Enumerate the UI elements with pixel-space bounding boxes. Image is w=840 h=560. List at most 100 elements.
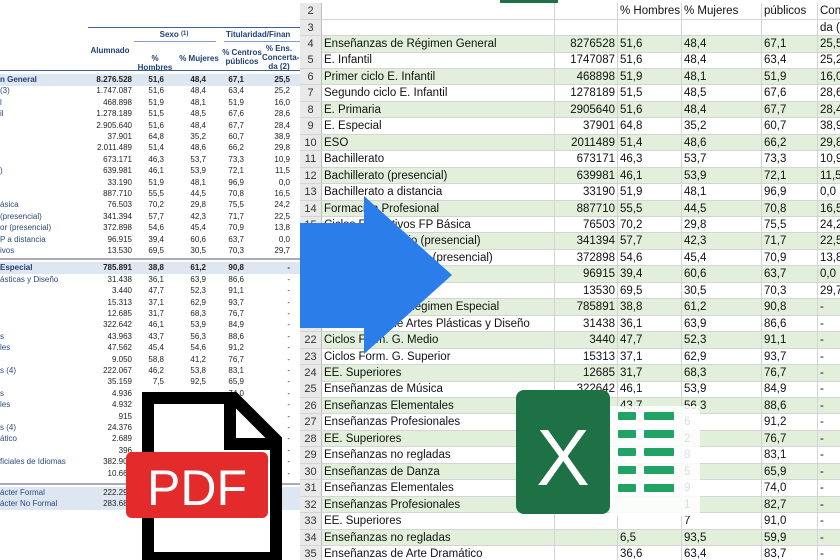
cell-concertada[interactable]: 10,9 <box>818 151 840 167</box>
cell-mujeres[interactable]: 48,4 <box>682 101 762 118</box>
row-number[interactable]: 7 <box>300 85 322 101</box>
row-number[interactable]: 30 <box>300 463 322 480</box>
cell-label[interactable]: Ciclos Form. G. Medio <box>322 332 555 348</box>
cell-publicos[interactable]: 70,9 <box>762 249 818 266</box>
cell-publicos[interactable]: 66,2 <box>762 134 818 151</box>
cell-publicos[interactable]: 63,7 <box>762 266 818 282</box>
cell-hombres[interactable]: 46,1 <box>618 167 682 184</box>
row-number[interactable]: 8 <box>300 101 322 118</box>
cell-alumnado[interactable]: 372898 <box>555 249 618 266</box>
cell-mujeres[interactable]: 48,1 <box>682 184 762 200</box>
cell-concertada[interactable]: 22,5 <box>818 233 840 249</box>
cell-hombres[interactable]: 51,6 <box>618 36 682 52</box>
row-number[interactable]: 9 <box>300 118 322 134</box>
cell-hombres[interactable]: 36,6 <box>618 545 682 560</box>
cell-hombres[interactable]: 51,9 <box>618 184 682 200</box>
cell-alumnado[interactable]: 76503 <box>555 216 618 233</box>
cell-hombres[interactable]: 64,8 <box>618 118 682 134</box>
cell-alumnado[interactable]: 468898 <box>555 68 618 85</box>
cell-mujeres[interactable]: 48,1 <box>682 68 762 85</box>
cell-mujeres[interactable]: 53,9 <box>682 167 762 184</box>
cell-publicos[interactable]: 59,9 <box>762 529 818 545</box>
cell-publicos[interactable]: 74,0 <box>762 480 818 496</box>
cell-alumnado[interactable]: 12685 <box>555 365 618 381</box>
cell-publicos[interactable]: 83,7 <box>762 545 818 560</box>
row-number[interactable]: 31 <box>300 480 322 496</box>
cell-publicos[interactable]: 73,3 <box>762 151 818 167</box>
cell-mujeres[interactable]: 53,7 <box>682 151 762 167</box>
cell-concertada[interactable]: - <box>818 381 840 397</box>
cell-concertada[interactable]: - <box>818 431 840 447</box>
cell-publicos[interactable]: 75,5 <box>762 216 818 233</box>
cell-hombres[interactable]: 39,4 <box>618 266 682 282</box>
cell-label[interactable]: Ciclos Form. G. Superior <box>322 348 555 365</box>
cell-mujeres[interactable]: 63,4 <box>682 545 762 560</box>
cell-publicos[interactable]: 91,0 <box>762 513 818 529</box>
cell-label[interactable]: Otros Formativos <box>322 282 555 299</box>
cell-alumnado[interactable] <box>555 3 618 19</box>
cell-hombres[interactable]: 70,2 <box>618 216 682 233</box>
cell-label[interactable]: Formación Profesional <box>322 200 555 216</box>
cell-concertada[interactable]: - <box>818 480 840 496</box>
cell-alumnado[interactable]: 1278189 <box>555 85 618 101</box>
cell-label[interactable] <box>322 19 555 35</box>
cell-alumnado[interactable]: 1747087 <box>555 52 618 68</box>
cell-label[interactable]: Ciclos F. G. Superior (presencial) <box>322 249 555 266</box>
cell-hombres[interactable]: 57,7 <box>618 233 682 249</box>
cell-alumnado[interactable]: 37901 <box>555 118 618 134</box>
cell-concertada[interactable]: - <box>818 447 840 463</box>
cell-mujeres[interactable]: 42,3 <box>682 233 762 249</box>
cell-concertada[interactable]: 0,0 <box>818 184 840 200</box>
cell-concertada[interactable]: 29,8 <box>818 135 840 151</box>
cell-alumnado[interactable]: 887710 <box>555 200 618 216</box>
cell-publicos[interactable]: 88,6 <box>762 397 818 414</box>
cell-concertada[interactable]: 0,0 <box>818 266 840 282</box>
cell-concertada[interactable]: 25,2 <box>818 52 840 68</box>
cell-label[interactable]: Primer ciclo E. Infantil <box>322 68 555 85</box>
cell-hombres[interactable]: 38,8 <box>618 299 682 315</box>
cell-concertada[interactable]: 28,4 <box>818 102 840 118</box>
row-number[interactable]: 28 <box>300 430 322 447</box>
cell-label[interactable]: Bachillerato (presencial) <box>322 167 555 184</box>
cell-publicos[interactable]: 65,9 <box>762 463 818 480</box>
cell-label[interactable]: Enseñanzas de Régimen General <box>322 36 555 52</box>
cell-label[interactable]: Ciclos F. G. Medio (presencial) <box>322 233 555 249</box>
cell-label[interactable]: EE. Superiores <box>322 365 555 381</box>
cell-alumnado[interactable]: 3440 <box>555 332 618 348</box>
cell-alumnado[interactable]: 2011489 <box>555 134 618 151</box>
cell-concertada[interactable]: - <box>818 546 840 560</box>
cell-label[interactable]: Enseñanzas de Régimen Especial <box>322 299 555 315</box>
row-number[interactable]: 12 <box>300 167 322 184</box>
cell-mujeres[interactable]: 61,2 <box>682 299 762 315</box>
row-number[interactable]: 11 <box>300 151 322 167</box>
row-number[interactable]: 3 <box>300 19 322 35</box>
row-number[interactable]: 19 <box>300 282 322 299</box>
cell-alumnado[interactable]: 639981 <box>555 167 618 184</box>
row-number[interactable]: 23 <box>300 348 322 365</box>
cell-concertada[interactable]: - <box>818 299 840 315</box>
cell-concertada[interactable]: - <box>818 365 840 381</box>
cell-publicos[interactable]: 93,7 <box>762 348 818 365</box>
cell-publicos[interactable]: 67,6 <box>762 85 818 101</box>
cell-label[interactable]: Enseñanzas de Arte Dramático <box>322 545 555 560</box>
row-number[interactable]: 6 <box>300 68 322 85</box>
cell-publicos[interactable]: 67,7 <box>762 101 818 118</box>
cell-label[interactable]: E. Primaria <box>322 101 555 118</box>
cell-label[interactable]: Enseñanzas de Artes Plásticas y Diseño <box>322 315 555 332</box>
cell-hombres[interactable]: 47,7 <box>618 332 682 348</box>
cell-hombres[interactable]: 51,4 <box>618 134 682 151</box>
cell-hombres[interactable]: 31,7 <box>618 365 682 381</box>
row-number[interactable]: 32 <box>300 496 322 513</box>
cell-alumnado[interactable]: 13530 <box>555 282 618 299</box>
cell-publicos[interactable] <box>762 19 818 35</box>
cell-mujeres[interactable]: 30,5 <box>682 282 762 299</box>
cell-publicos[interactable]: 82,7 <box>762 496 818 513</box>
cell-mujeres[interactable]: 29,8 <box>682 216 762 233</box>
row-number[interactable]: 29 <box>300 447 322 463</box>
row-number[interactable]: 27 <box>300 414 322 430</box>
cell-concertada[interactable]: 11,5 <box>818 168 840 184</box>
cell-publicos[interactable]: 84,9 <box>762 381 818 397</box>
cell-concertada[interactable]: 24,2 <box>818 217 840 233</box>
cell-mujeres[interactable]: 45,4 <box>682 249 762 266</box>
row-number[interactable]: 33 <box>300 513 322 529</box>
